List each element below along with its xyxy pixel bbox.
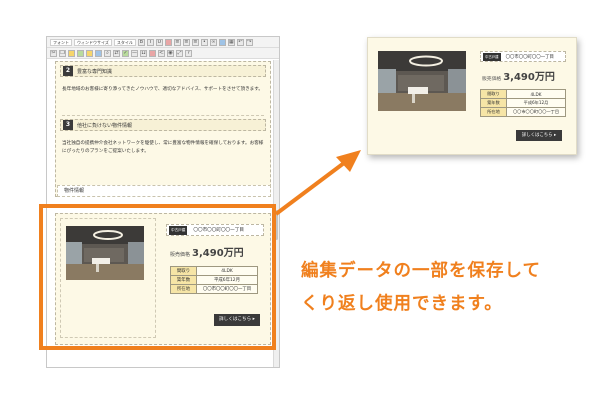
preview-listing-card: 中古戸建 〇〇市〇〇町〇〇一丁目 販売価格 3,490万円 間取り 4LDK 築… (367, 37, 577, 155)
spec-table: 間取り 4LDK 築年数 平成6年12月 所在地 〇〇市〇〇町〇〇一丁目 (480, 89, 566, 117)
caption-line-1: 編集データの一部を保存して (301, 261, 541, 281)
detail-button[interactable]: 詳しくはこちら ▸ (516, 130, 562, 141)
spec-row: 間取り 4LDK (480, 89, 566, 99)
spec-value: 〇〇市〇〇町〇〇一丁目 (506, 107, 566, 117)
address-short: 〇〇市〇〇町〇〇一丁目 (505, 54, 554, 60)
spec-value: 4LDK (506, 89, 566, 99)
price-value: 3,490万円 (503, 72, 555, 83)
price-label: 販売価格 (482, 77, 502, 82)
spec-row: 築年数 平成6年12月 (480, 98, 566, 108)
spec-label: 間取り (480, 89, 507, 99)
area-badge: 中古戸建 (483, 52, 501, 61)
caption: 編集データの一部を保存して くり返し使用できます。 (301, 255, 591, 321)
property-photo (378, 51, 466, 111)
spec-row: 所在地 〇〇市〇〇町〇〇一丁目 (480, 107, 566, 117)
spec-value: 平成6年12月 (506, 98, 566, 108)
price-line: 販売価格 3,490万円 (482, 68, 555, 83)
spec-label: 所在地 (480, 107, 507, 117)
area-tag: 中古戸建 〇〇市〇〇町〇〇一丁目 (480, 51, 566, 62)
caption-line-2: くり返し使用できます。 (301, 294, 503, 314)
spec-label: 築年数 (480, 98, 507, 108)
